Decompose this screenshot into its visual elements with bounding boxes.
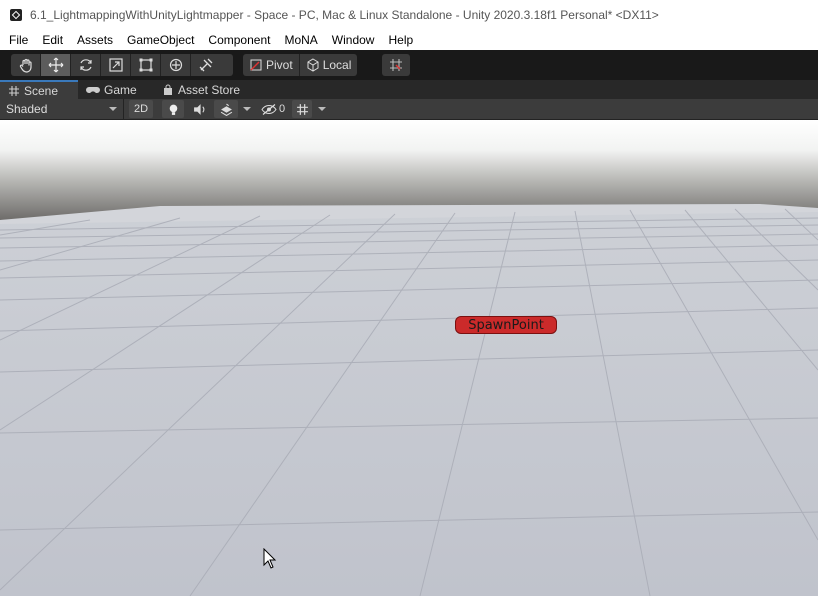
custom-tool-button[interactable] (191, 54, 221, 76)
rect-tool-button[interactable] (131, 54, 161, 76)
menu-bar: File Edit Assets GameObject Component Mo… (0, 30, 818, 50)
transform-icon (169, 58, 182, 72)
tab-scene[interactable]: Scene (0, 80, 78, 99)
chevron-down-icon (243, 107, 251, 111)
tab-asset-store[interactable]: Asset Store (162, 80, 240, 99)
tab-game[interactable]: Game (86, 80, 137, 99)
speaker-icon (193, 103, 204, 115)
menu-gameobject[interactable]: GameObject (120, 30, 201, 50)
pivot-icon (250, 59, 262, 71)
grid-visibility-button[interactable] (292, 100, 312, 118)
layers-icon (220, 103, 232, 116)
menu-component[interactable]: Component (201, 30, 277, 50)
chevron-down-icon (109, 107, 117, 111)
title-bar: 6.1_LightmappingWithUnityLightmapper - S… (0, 0, 818, 30)
unity-logo-icon (10, 9, 22, 21)
hidden-count: 0 (278, 103, 286, 115)
grid-icon (9, 85, 19, 96)
pivot-group: Pivot Local (243, 54, 358, 76)
menu-assets[interactable]: Assets (70, 30, 120, 50)
toggle-2d-label: 2D (133, 103, 149, 115)
view-tabbar: Scene Game Asset Store (0, 80, 818, 99)
eye-slash-icon (261, 103, 277, 115)
scene-toolbar: Shaded 2D 0 (0, 99, 818, 120)
pivot-toggle-button[interactable]: Pivot (243, 54, 300, 76)
scene-render (0, 120, 818, 596)
mouse-cursor-icon (263, 548, 277, 569)
window-title: 6.1_LightmappingWithUnityLightmapper - S… (30, 8, 659, 22)
lightbulb-icon (169, 104, 177, 115)
transform-tools (11, 54, 233, 76)
gamepad-icon (86, 86, 100, 93)
tab-game-label: Game (104, 82, 137, 97)
local-toggle-button[interactable]: Local (300, 54, 358, 76)
pivot-label: Pivot (266, 58, 293, 72)
tools-icon (199, 58, 213, 72)
shading-mode-value: Shaded (6, 102, 48, 116)
chevron-down-icon (318, 107, 326, 111)
tab-asset-store-label: Asset Store (178, 82, 241, 97)
rotate-icon (79, 59, 92, 71)
rect-icon (139, 58, 152, 72)
shading-mode-dropdown[interactable]: Shaded (0, 99, 124, 119)
menu-window[interactable]: Window (325, 30, 382, 50)
grid-snap-icon (390, 59, 402, 71)
hand-icon (19, 58, 32, 73)
transform-tool-button[interactable] (161, 54, 191, 76)
menu-mona[interactable]: MoNA (277, 30, 324, 50)
scene-visibility-button[interactable]: 0 (258, 100, 288, 118)
audio-toggle-button[interactable] (188, 100, 210, 118)
rotate-tool-button[interactable] (71, 54, 101, 76)
menu-help[interactable]: Help (381, 30, 420, 50)
store-bag-icon (164, 84, 172, 95)
effects-dropdown-button[interactable] (240, 100, 254, 118)
spawn-point-label[interactable]: SpawnPoint (455, 316, 557, 334)
lighting-toggle-button[interactable] (162, 100, 184, 118)
move-icon (48, 57, 63, 73)
local-label: Local (322, 58, 352, 72)
move-tool-button[interactable] (41, 54, 71, 76)
scale-icon (108, 58, 123, 72)
scene-viewport[interactable]: SpawnPoint (0, 120, 818, 596)
toggle-2d-button[interactable]: 2D (129, 100, 153, 118)
cube-icon (307, 58, 319, 72)
main-toolbar: Pivot Local (0, 50, 818, 80)
tab-scene-label: Scene (24, 83, 59, 98)
menu-edit[interactable]: Edit (35, 30, 70, 50)
scale-tool-button[interactable] (101, 54, 131, 76)
grid-snap-button[interactable] (382, 54, 410, 76)
effects-toggle-button[interactable] (214, 100, 238, 118)
menu-file[interactable]: File (0, 30, 35, 50)
hand-tool-button[interactable] (11, 54, 41, 76)
grid-icon (296, 103, 308, 115)
grid-dropdown-button[interactable] (315, 100, 329, 118)
